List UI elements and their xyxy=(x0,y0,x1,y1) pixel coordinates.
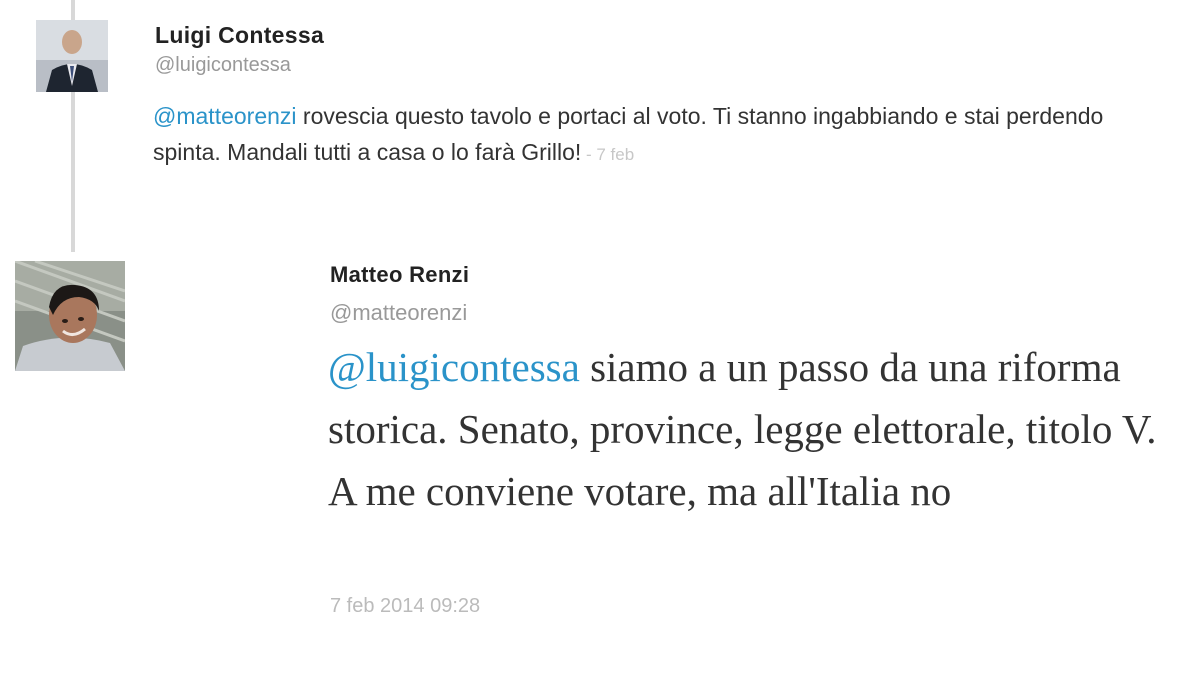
author-name[interactable]: Luigi Contessa xyxy=(155,22,324,49)
tweet-text: @matteorenzi rovescia questo tavolo e po… xyxy=(153,98,1113,173)
mention-link[interactable]: @luigicontessa xyxy=(328,344,580,390)
avatar-photo-icon xyxy=(15,261,125,371)
tweet-timestamp[interactable]: 7 feb 2014 09:28 xyxy=(330,595,480,618)
time-separator: - xyxy=(581,145,597,164)
tweet-timestamp[interactable]: 7 feb xyxy=(596,145,634,164)
tweet-text: @luigicontessa siamo a un passo da una r… xyxy=(328,336,1158,522)
author-name[interactable]: Matteo Renzi xyxy=(330,262,469,288)
author-handle[interactable]: @luigicontessa xyxy=(155,54,291,77)
avatar-photo-icon xyxy=(36,20,108,92)
matteo-renzi-avatar[interactable] xyxy=(15,261,125,371)
mention-link[interactable]: @matteorenzi xyxy=(153,103,297,129)
luigi-contessa-avatar[interactable] xyxy=(36,20,108,92)
author-handle[interactable]: @matteorenzi xyxy=(330,300,467,326)
